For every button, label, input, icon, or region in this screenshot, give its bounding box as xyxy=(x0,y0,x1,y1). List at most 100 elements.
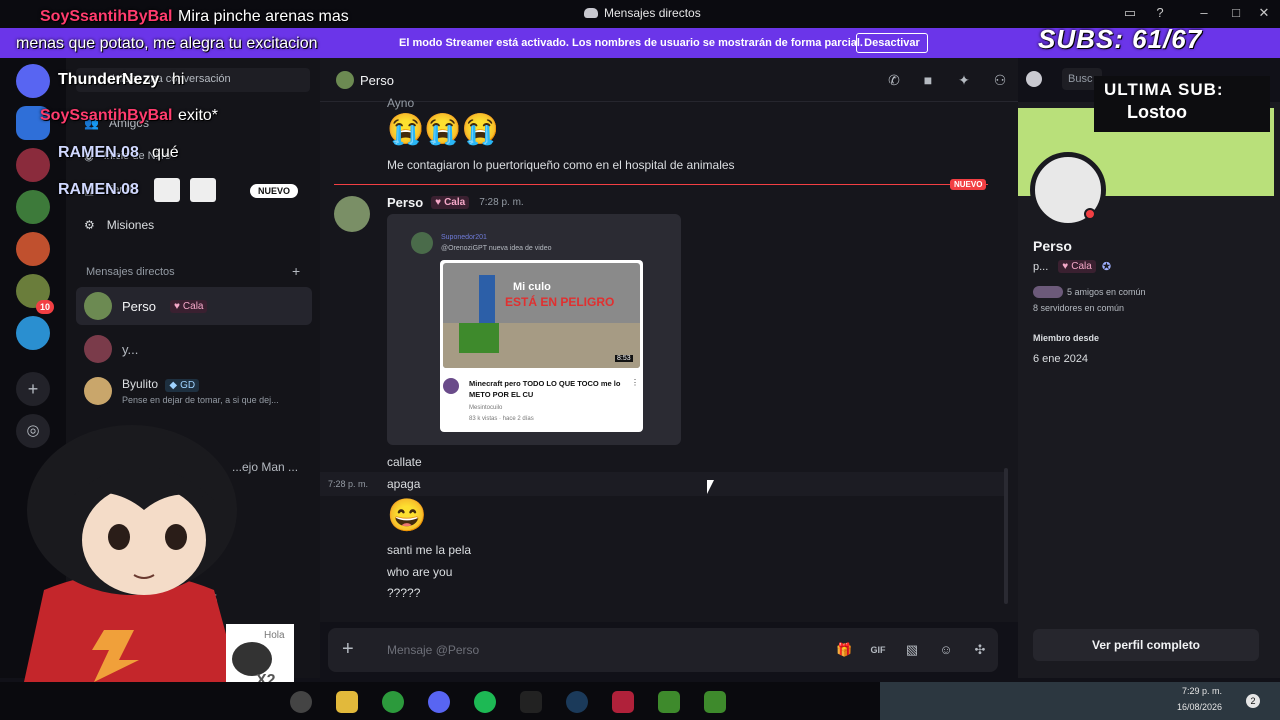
emoji-message: 😄 xyxy=(387,497,427,533)
help-icon[interactable]: ? xyxy=(1152,5,1168,21)
hovered-message[interactable] xyxy=(320,472,1004,496)
server-icon[interactable] xyxy=(16,190,50,224)
subs-counter: SUBS: 61/67 xyxy=(1038,24,1203,54)
add-friend-icon[interactable]: ⚇ xyxy=(992,72,1008,88)
spotify-icon[interactable] xyxy=(474,691,496,713)
window-title: Mensajes directos xyxy=(584,6,701,20)
hola-text: Hola xyxy=(264,630,285,641)
discord-logo-icon xyxy=(584,8,598,18)
taskbar: 7:29 p. m. 16/08/2026 2 xyxy=(0,682,1280,720)
clock-time[interactable]: 7:29 p. m. xyxy=(1172,686,1222,696)
overlay-chat-text: menas que potato, me alegra tu excitacio… xyxy=(16,35,318,52)
pin-icon[interactable]: ✦ xyxy=(956,72,972,88)
profile-name: Perso xyxy=(1033,238,1072,254)
server-unread-badge: 10 xyxy=(36,300,54,314)
badge-icon: ✪ xyxy=(1101,261,1112,273)
dm-text: Byulito ◆ GD Pense en dejar de tomar, a … xyxy=(122,377,279,405)
maximize-icon[interactable]: □ xyxy=(1228,5,1244,21)
dm-name: y... xyxy=(122,341,139,357)
profile-toggle-icon[interactable] xyxy=(1026,71,1056,89)
profile-tag: ♥ Cala xyxy=(1058,260,1096,273)
server-icon[interactable] xyxy=(16,232,50,266)
dm-tag-text: Cala xyxy=(182,300,204,312)
new-divider-label: NUEVO xyxy=(950,179,987,190)
chat-header-name: Perso xyxy=(360,73,394,88)
disable-streamer-button[interactable]: Desactivar xyxy=(856,33,928,53)
attach-plus-icon[interactable]: + xyxy=(342,638,354,661)
server-icon[interactable] xyxy=(16,316,50,350)
avatar xyxy=(84,292,112,320)
message-author[interactable]: Perso xyxy=(387,195,423,210)
create-dm-icon[interactable]: + xyxy=(292,263,300,279)
notification-count[interactable]: 2 xyxy=(1246,694,1260,708)
dm-item-byulito[interactable]: Byulito ◆ GD Pense en dejar de tomar, a … xyxy=(76,371,312,413)
add-server-icon[interactable]: + xyxy=(16,372,50,406)
server-icon[interactable] xyxy=(16,148,50,182)
chat-scrollbar[interactable] xyxy=(1004,468,1008,604)
mutual-friends[interactable]: 5 amigos en común xyxy=(1033,286,1146,298)
xbox-icon[interactable] xyxy=(382,691,404,713)
gift-icon[interactable]: 🎁 xyxy=(836,642,852,658)
discord-taskbar-icon[interactable] xyxy=(428,691,450,713)
nav-quests[interactable]: ⚙ Misiones xyxy=(84,218,154,232)
mutual-avatars xyxy=(1033,286,1063,298)
video-channel: Mesintocuilo xyxy=(469,405,503,411)
inbox-icon[interactable]: ▭ xyxy=(1122,5,1138,21)
overlay-chat-user: RAMEN.08 xyxy=(58,181,139,198)
message-composer[interactable]: + Mensaje @Perso 🎁 GIF ▧ ☺ ✣ xyxy=(328,628,998,672)
message-text: Ayno xyxy=(387,96,415,110)
overlay-chat-user: ThunderNezy xyxy=(58,71,160,88)
mutual-servers[interactable]: 8 servidores en común xyxy=(1033,303,1124,313)
message-text: santi me la pela xyxy=(387,543,472,557)
overlay-chat-text: hi xyxy=(172,71,185,88)
dm-item-perso[interactable]: Perso ♥ Cala xyxy=(76,287,312,325)
last-sub-name: Lostoo xyxy=(1127,102,1187,122)
author-tag-text: Cala xyxy=(444,197,466,208)
member-since-label: Miembro desde xyxy=(1033,333,1100,343)
emoji-picker-icon[interactable]: ☺ xyxy=(938,642,954,658)
minimize-icon[interactable]: – xyxy=(1196,5,1212,21)
message-avatar[interactable] xyxy=(334,196,370,232)
image-attachment[interactable]: Suponedor201 @OrenoziGPT nueva idea de v… xyxy=(387,214,681,445)
dnd-status-icon xyxy=(1084,208,1096,220)
minecraft-icon[interactable] xyxy=(704,691,726,713)
video-menu-icon[interactable]: ⋮ xyxy=(631,378,639,387)
dm-name-line: Byulito ◆ GD xyxy=(122,377,279,392)
video-card[interactable]: Mi culo ESTÁ EN PELIGRO 8:53 Minecraft p… xyxy=(440,260,643,432)
apps-icon[interactable]: ✣ xyxy=(972,642,988,658)
voice-call-icon[interactable]: ✆ xyxy=(886,72,902,88)
profile-tag-text: Cala xyxy=(1071,261,1092,272)
game-icon[interactable] xyxy=(612,691,634,713)
minecraft-icon[interactable] xyxy=(658,691,680,713)
thumb-character xyxy=(479,275,495,325)
avatar xyxy=(411,232,433,254)
dm-tag-text: GD xyxy=(180,380,196,391)
embed-subtitle: @OrenoziGPT nueva idea de video xyxy=(441,245,552,252)
dm-name: Perso xyxy=(122,298,156,314)
epic-games-icon[interactable] xyxy=(520,691,542,713)
chat-emote xyxy=(154,178,180,202)
message-text: who are you xyxy=(387,565,453,579)
message-timestamp: 7:28 p. m. xyxy=(479,197,524,208)
message-input[interactable]: Mensaje @Perso xyxy=(387,643,479,657)
hover-timestamp: 7:28 p. m. xyxy=(328,479,369,489)
gif-icon[interactable]: GIF xyxy=(870,642,886,658)
view-full-profile-button[interactable]: Ver perfil completo xyxy=(1033,629,1259,661)
thumb-caption-top: Mi culo xyxy=(513,281,551,293)
avatar xyxy=(336,71,354,89)
thumb-block xyxy=(459,323,499,353)
close-icon[interactable]: ✕ xyxy=(1256,5,1272,21)
obs-icon[interactable] xyxy=(290,691,312,713)
file-explorer-icon[interactable] xyxy=(336,691,358,713)
quests-icon: ⚙ xyxy=(84,218,95,232)
sticker-icon[interactable]: ▧ xyxy=(904,642,920,658)
steam-icon[interactable] xyxy=(566,691,588,713)
emoji-message: 😭😭😭 xyxy=(387,113,500,146)
home-discord-icon[interactable] xyxy=(16,64,50,98)
chat-emote xyxy=(190,178,216,202)
clock-date[interactable]: 16/08/2026 xyxy=(1172,702,1222,712)
dm-item[interactable]: y... xyxy=(76,330,312,368)
video-call-icon[interactable]: ■ xyxy=(920,72,936,88)
overlay-chat-text: exito* xyxy=(178,107,219,124)
screen: Mensajes directos ▭ ? – □ ✕ El modo Stre… xyxy=(0,0,1280,720)
